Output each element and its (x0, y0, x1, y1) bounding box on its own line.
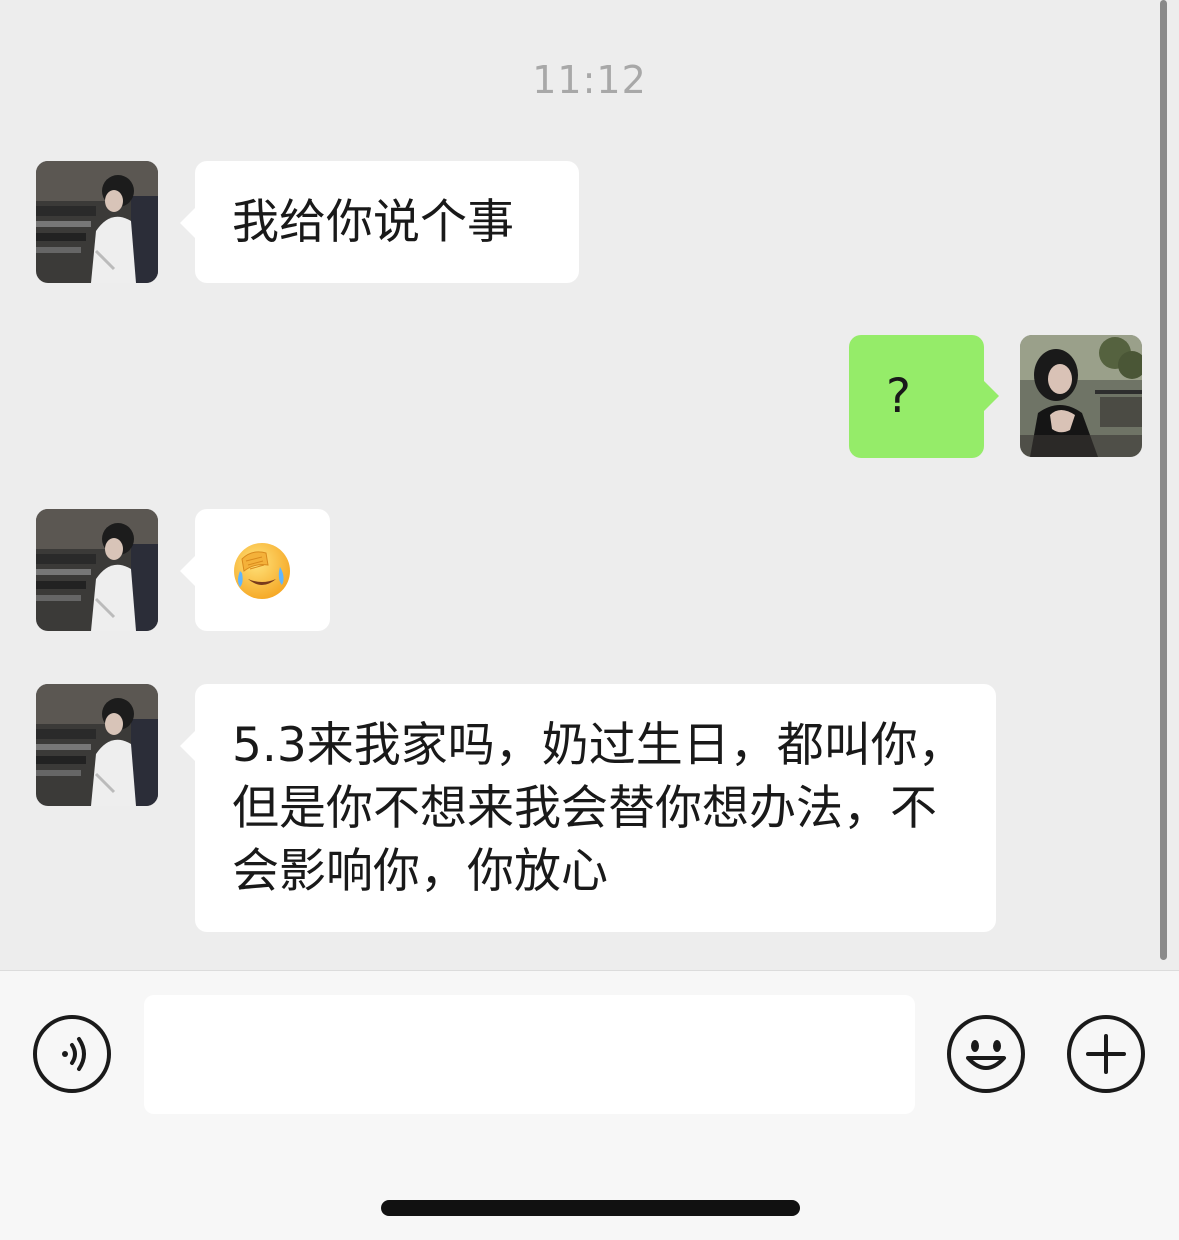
home-indicator[interactable] (381, 1200, 800, 1216)
message-text: ? (886, 369, 911, 424)
facepalm-laugh-emoji-icon (232, 541, 292, 601)
bubble-tail (180, 556, 195, 586)
more-actions-button[interactable] (1066, 1014, 1146, 1094)
contact-avatar-image (36, 684, 158, 806)
plus-icon (1067, 1015, 1145, 1093)
contact-avatar[interactable] (36, 684, 158, 806)
bubble-tail (180, 731, 195, 761)
outgoing-message-bubble[interactable]: ? (849, 335, 999, 458)
voice-toggle-button[interactable] (32, 1014, 112, 1094)
chat-scrollbar[interactable] (1160, 0, 1167, 960)
message-text: 我给你说个事 (232, 195, 514, 250)
chat-area: 11:12 我给你说个事 ? 5.3来我家吗，奶过生日，都叫你，但是你不想来我会… (0, 0, 1179, 970)
bubble-tail (180, 208, 195, 238)
contact-avatar-image (36, 161, 158, 283)
smiley-icon (947, 1015, 1025, 1093)
message-timestamp: 11:12 (532, 58, 647, 102)
self-avatar-image (1020, 335, 1142, 457)
incoming-emoji-bubble[interactable] (180, 509, 330, 631)
emoji-button[interactable] (946, 1014, 1026, 1094)
contact-avatar[interactable] (36, 509, 158, 631)
contact-avatar[interactable] (36, 161, 158, 283)
bubble-tail (984, 381, 999, 411)
self-avatar[interactable] (1020, 335, 1142, 457)
message-text: 5.3来我家吗，奶过生日，都叫你，但是你不想来我会替你想办法，不会影响你，你放心 (232, 718, 965, 899)
incoming-message-bubble[interactable]: 我给你说个事 (180, 161, 579, 283)
incoming-message-bubble[interactable]: 5.3来我家吗，奶过生日，都叫你，但是你不想来我会替你想办法，不会影响你，你放心 (180, 684, 996, 932)
voice-icon (33, 1015, 111, 1093)
contact-avatar-image (36, 509, 158, 631)
message-input[interactable] (144, 995, 915, 1114)
